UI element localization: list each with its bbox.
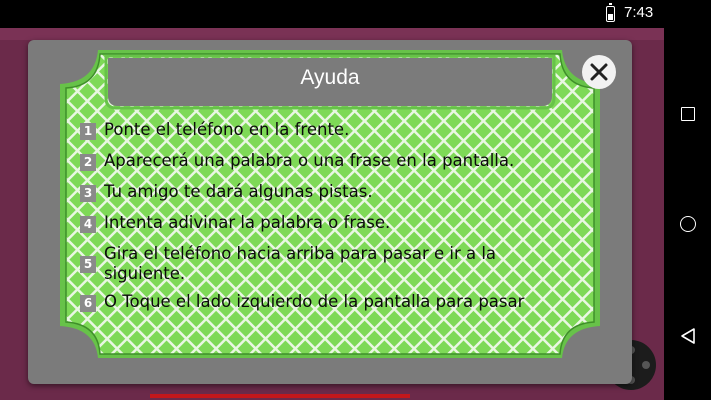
help-dialog: Ayuda 1 Ponte el teléfono en la frente. …	[28, 40, 632, 384]
list-item: 1 Ponte el teléfono en la frente.	[80, 120, 560, 151]
list-item: 3 Tu amigo te dará algunas pistas.	[80, 182, 560, 213]
home-button[interactable]	[664, 200, 711, 248]
close-icon	[590, 63, 608, 81]
circle-icon	[679, 216, 696, 232]
step-number: 6	[80, 295, 96, 312]
close-button[interactable]	[582, 55, 616, 89]
dialog-title: Ayuda	[300, 66, 360, 89]
list-item: 2 Aparecerá una palabra o una frase en l…	[80, 151, 560, 182]
fab-dot-icon	[642, 361, 650, 369]
step-text: O Toque el lado izquierdo de la pantalla…	[104, 292, 525, 311]
instructions-list: 1 Ponte el teléfono en la frente. 2 Apar…	[80, 120, 560, 322]
step-text: Gira el teléfono hacia arriba para pasar…	[104, 244, 497, 283]
list-item: 6 O Toque el lado izquierdo de la pantal…	[80, 292, 560, 322]
triangle-back-icon	[680, 328, 695, 344]
navigation-bar	[664, 28, 711, 400]
list-item: 5 Gira el teléfono hacia arriba para pas…	[80, 244, 560, 292]
step-text: Tu amigo te dará algunas pistas.	[104, 182, 373, 201]
square-icon	[680, 107, 695, 121]
status-bar: 7:43	[0, 0, 711, 28]
step-text: Ponte el teléfono en la frente.	[104, 120, 350, 139]
list-item: 4 Intenta adivinar la palabra o frase.	[80, 213, 560, 244]
status-time: 7:43	[624, 4, 654, 21]
app-red-bar	[150, 394, 410, 398]
step-text: Aparecerá una palabra o una frase en la …	[104, 151, 515, 170]
step-number: 2	[80, 154, 96, 171]
step-number: 1	[80, 123, 96, 140]
step-number: 4	[80, 216, 96, 233]
step-number: 5	[80, 256, 96, 273]
step-text: Intenta adivinar la palabra o frase.	[104, 213, 391, 232]
battery-charging-icon	[606, 3, 615, 22]
recents-button[interactable]	[664, 90, 711, 138]
step-number: 3	[80, 185, 96, 202]
app-background-strip	[0, 28, 664, 40]
back-button[interactable]	[664, 312, 711, 360]
